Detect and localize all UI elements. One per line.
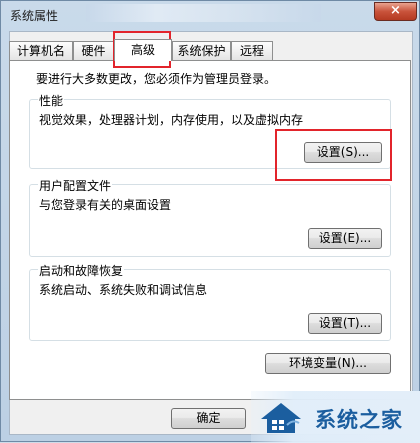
user-profile-settings-button[interactable]: 设置(E)... [308,228,382,249]
performance-legend: 性能 [38,92,65,109]
admin-notice: 要进行大多数更改，您必须作为管理员登录。 [36,72,277,86]
startup-recovery-legend: 启动和故障恢复 [38,262,125,279]
environment-variables-button[interactable]: 环境变量(N)... [265,353,391,374]
user-profile-group: 用户配置文件 与您登录有关的桌面设置 设置(E)... [29,177,391,257]
user-profile-desc: 与您登录有关的桌面设置 [39,198,172,212]
tab-remote[interactable]: 远程 [231,41,273,60]
close-button[interactable]: × [374,2,417,21]
system-properties-window: 系统属性 × 计算机名 硬件 高级 系统保护 远程 要进行大多数更改，您必须作为… [0,0,420,443]
window-title: 系统属性 [10,9,59,23]
tab-advanced[interactable]: 高级 [114,39,172,61]
user-profile-legend: 用户配置文件 [38,177,113,194]
house-logo-icon [261,403,301,433]
watermark: 系统之家 [251,391,420,443]
tab-computer-name[interactable]: 计算机名 [9,41,73,60]
watermark-text: 系统之家 [315,408,403,432]
performance-desc: 视觉效果，处理器计划，内存使用，以及虚拟内存 [39,113,304,127]
ok-button[interactable]: 确定 [171,408,246,429]
blurred-title-area [86,4,321,22]
tab-hardware[interactable]: 硬件 [73,41,114,60]
startup-recovery-group: 启动和故障恢复 系统启动、系统失败和调试信息 设置(T)... [29,262,391,341]
performance-group: 性能 视觉效果，处理器计划，内存使用，以及虚拟内存 设置(S)... [29,92,391,169]
performance-settings-button[interactable]: 设置(S)... [304,142,382,163]
startup-recovery-settings-button[interactable]: 设置(T)... [308,313,382,334]
tab-system-protection[interactable]: 系统保护 [172,41,231,60]
startup-recovery-desc: 系统启动、系统失败和调试信息 [39,283,208,297]
